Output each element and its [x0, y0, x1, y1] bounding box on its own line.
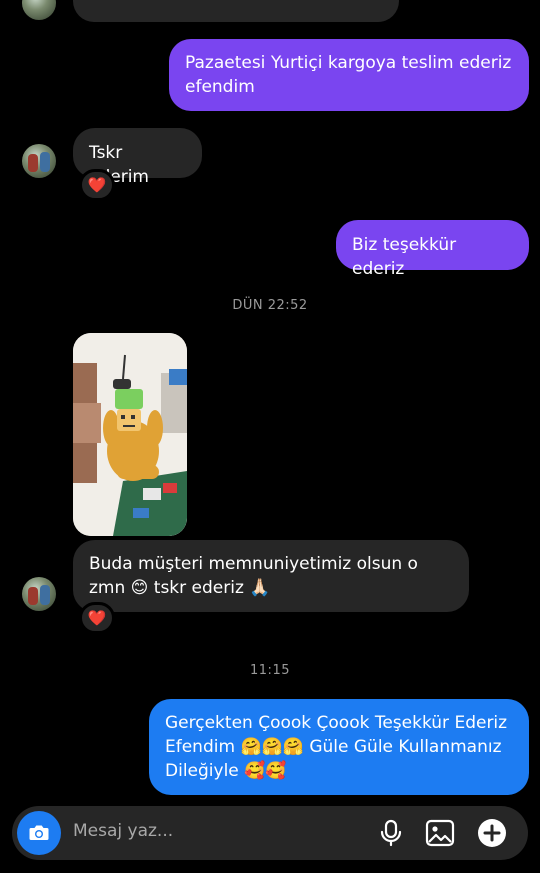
shared-photo[interactable]	[73, 333, 187, 536]
heart-reaction[interactable]: ❤️	[79, 602, 115, 634]
message-bubble-outgoing[interactable]: Pazaetesi Yurtiçi kargoya teslim ederiz …	[169, 39, 529, 111]
add-button[interactable]	[477, 818, 507, 848]
message-bubble-outgoing[interactable]: Biz teşekkür ederiz	[336, 220, 529, 279]
gallery-icon	[425, 819, 455, 847]
photo-content	[73, 333, 187, 536]
microphone-button[interactable]	[376, 818, 406, 848]
contact-avatar[interactable]	[22, 144, 56, 178]
message-bubble-partial[interactable]	[73, 0, 399, 22]
message-text: Gerçekten Çoook Çoook Teşekkür Ederiz Ef…	[165, 713, 508, 781]
contact-avatar[interactable]	[22, 577, 56, 611]
message-bubble-incoming[interactable]: Buda müşteri memnuniyetimiz olsun o zmn …	[73, 540, 469, 612]
heart-icon: ❤️	[87, 175, 107, 194]
timestamp: DÜN 22:52	[232, 298, 308, 313]
camera-icon	[29, 825, 49, 840]
message-input[interactable]: Mesaj yaz...	[73, 821, 173, 841]
message-composer[interactable]: Mesaj yaz...	[12, 806, 528, 860]
message-text: Biz teşekkür ederiz	[352, 235, 457, 279]
message-text: Buda müşteri memnuniyetimiz olsun o zmn …	[89, 554, 418, 598]
message-text: Pazaetesi Yurtiçi kargoya teslim ederiz …	[185, 53, 512, 97]
avatar-top-partial[interactable]	[22, 0, 56, 20]
timestamp: 11:15	[250, 663, 290, 678]
plus-icon	[478, 819, 506, 847]
camera-button[interactable]	[17, 811, 61, 855]
heart-icon: ❤️	[87, 608, 107, 627]
heart-reaction[interactable]: ❤️	[79, 169, 115, 201]
message-bubble-outgoing[interactable]: Gerçekten Çoook Çoook Teşekkür Ederiz Ef…	[149, 699, 529, 795]
microphone-icon	[380, 819, 402, 847]
gallery-button[interactable]	[425, 818, 455, 848]
